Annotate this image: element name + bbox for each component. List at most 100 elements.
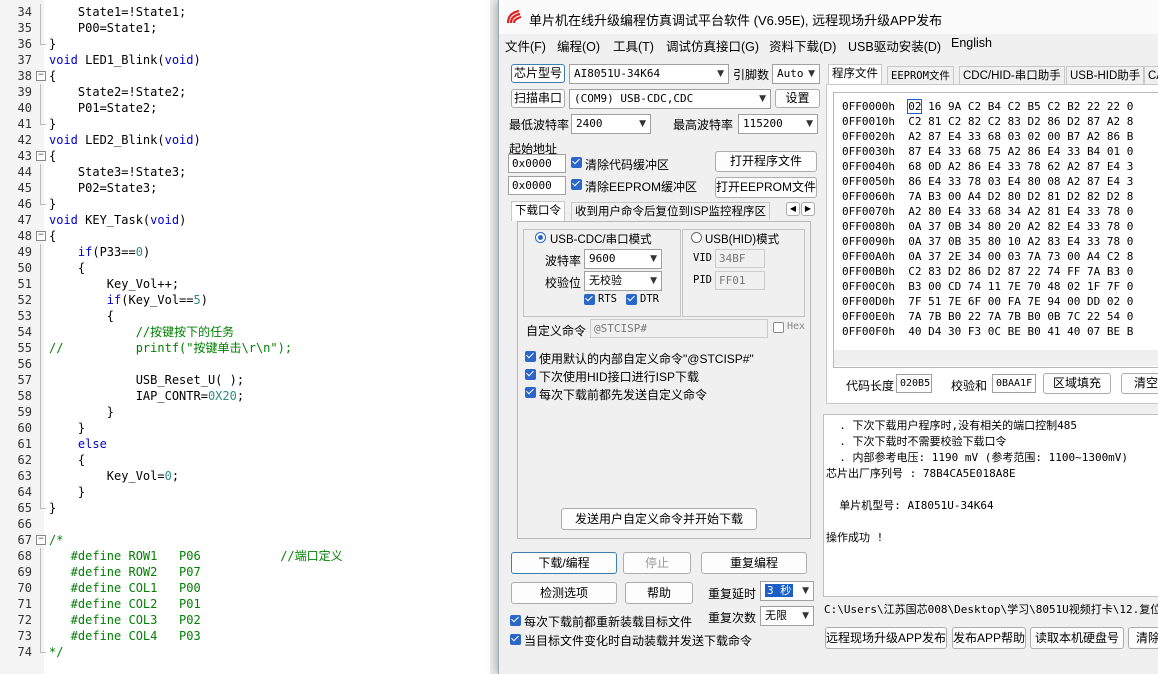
line-number: 44 (17, 165, 32, 179)
output-log[interactable]: . 下次下载用户程序时,没有相关的端口控制485 . 下次下载时不需要校验下载口… (823, 414, 1158, 597)
code-line: 40 P01=State2; (0, 100, 500, 116)
tab-isp-reset[interactable]: 收到用户命令后复位到ISP监控程序区 (571, 202, 771, 220)
auto-reload-checkbox[interactable] (510, 634, 521, 645)
fold-guide (40, 164, 41, 180)
repeat-program-button[interactable]: 重复编程 (701, 552, 807, 574)
stop-button[interactable]: 停止 (623, 552, 691, 574)
repeat-count-label: 重复次数 (708, 611, 757, 625)
code-line: 38−{ (0, 68, 500, 84)
default-command-checkbox[interactable] (525, 351, 536, 362)
code-text: State2=!State2; (49, 85, 187, 99)
line-number: 43 (17, 149, 32, 163)
hex-byte: 0A (908, 250, 922, 263)
tab-program-file[interactable]: 程序文件 (828, 64, 882, 84)
chip-model-button[interactable]: 芯片型号 (511, 64, 565, 83)
code-line: 46} (0, 196, 500, 212)
code-line: 34 State1=!State1; (0, 4, 500, 20)
code-editor[interactable]: 34 State1=!State1; 35 P00=State1; 36} 37 voi… (0, 0, 500, 674)
clear-code-buffer-checkbox[interactable] (571, 157, 582, 168)
send-command-first-checkbox[interactable] (525, 387, 536, 398)
hex-bytes: 16 9A C2 B4 C2 B5 C2 B2 22 22 0 (921, 100, 1134, 113)
code-line: 42 void LED2_Blink(void) (0, 132, 500, 148)
repeat-delay-label: 重复延时 (708, 587, 757, 601)
custom-command-input[interactable]: @STCISP# (590, 319, 768, 338)
fold-guide (40, 372, 41, 388)
tab-scroll-left-icon[interactable]: ◀ (786, 202, 800, 216)
download-program-button[interactable]: 下载/编程 (511, 552, 617, 574)
tab-download-password[interactable]: 下载口令 (511, 201, 565, 221)
line-number: 65 (17, 501, 32, 515)
cdc-mode-radio[interactable] (535, 232, 546, 243)
menu-program[interactable]: 编程(O) (557, 36, 600, 55)
code-text: State3=!State3; (49, 165, 187, 179)
scan-port-button[interactable]: 扫描串口 (511, 89, 565, 108)
tab-more[interactable]: CA (1144, 66, 1158, 84)
code-start-address-input[interactable]: 0x0000 (508, 154, 566, 173)
hid-mode-radio[interactable] (691, 232, 702, 243)
repeat-count-select[interactable]: 无限 ▼ (760, 606, 814, 626)
vid-input[interactable]: 34BF (715, 249, 765, 268)
code-line: 60 } (0, 420, 500, 436)
title-bar[interactable]: 单片机在线升级编程仿真调试平台软件 (V6.95E), 远程现场升级APP发布 (499, 0, 1158, 34)
tab-usb-hid-assistant[interactable]: USB-HID助手 (1066, 66, 1145, 84)
rts-checkbox[interactable] (584, 294, 595, 305)
hex-viewer[interactable]: 0FF0000h 02 16 9A C2 B4 C2 B5 C2 B2 22 2… (833, 92, 1158, 368)
pin-count-value: Auto (777, 67, 804, 80)
fold-guide (40, 292, 41, 308)
clear-eeprom-buffer-checkbox[interactable] (571, 179, 582, 190)
chevron-down-icon: ▼ (639, 119, 646, 129)
line-number: 64 (17, 485, 32, 499)
fold-toggle-icon[interactable]: − (36, 231, 46, 241)
hex-row: 0FF0020h A2 87 E4 33 68 03 02 00 B7 A2 8… (842, 129, 1133, 144)
pid-input[interactable]: FF01 (715, 271, 765, 290)
menu-file[interactable]: 文件(F) (505, 36, 546, 55)
menu-tools[interactable]: 工具(T) (613, 36, 654, 55)
fold-guide (40, 324, 41, 340)
baud-select[interactable]: 9600 ▼ (584, 249, 662, 269)
hex-address: 0FF00C0h (842, 280, 909, 293)
port-settings-button[interactable]: 设置 (775, 89, 820, 108)
send-custom-command-button[interactable]: 发送用户自定义命令并开始下载 (561, 508, 757, 530)
line-number: 66 (17, 517, 32, 531)
pin-count-select[interactable]: Auto ▼ (772, 64, 820, 84)
open-program-file-button[interactable]: 打开程序文件 (715, 151, 817, 172)
publish-app-help-button[interactable]: 发布APP帮助 (952, 627, 1026, 649)
chip-model-select[interactable]: AI8051U-34K64 ▼ (569, 64, 729, 84)
min-baud-select[interactable]: 2400 ▼ (571, 114, 651, 134)
send-command-first-label: 每次下载前都先发送自定义命令 (539, 388, 708, 402)
checksum-value: 0BAA1F (992, 374, 1036, 393)
menu-debug[interactable]: 调试仿真接口(G) (666, 36, 759, 55)
read-disk-id-button[interactable]: 读取本机硬盘号 (1030, 627, 1124, 649)
line-number: 58 (17, 389, 32, 403)
menu-usb-driver[interactable]: USB驱动安装(D) (848, 36, 941, 55)
hex-horizontal-scrollbar[interactable] (834, 350, 1158, 366)
parity-select[interactable]: 无校验 ▼ (584, 271, 662, 291)
max-baud-select[interactable]: 115200 ▼ (738, 114, 818, 134)
menu-downloads[interactable]: 资料下载(D) (769, 36, 836, 55)
fold-toggle-icon[interactable]: − (36, 71, 46, 81)
reload-before-download-checkbox[interactable] (510, 615, 521, 626)
menu-english[interactable]: English (951, 36, 992, 50)
hid-isp-checkbox[interactable] (525, 369, 536, 380)
dtr-checkbox[interactable] (626, 294, 637, 305)
hex-row: 0FF0080h 0A 37 0B 34 80 20 A2 82 E4 33 7… (842, 219, 1133, 234)
publish-app-button[interactable]: 远程现场升级APP发布 (825, 627, 947, 649)
eeprom-start-address-input[interactable]: 0x0000 (508, 176, 566, 195)
clear-log-button[interactable]: 清除 (1128, 627, 1158, 649)
hex-row: 0FF0090h 0A 37 0B 35 80 10 A2 83 E4 33 7… (842, 234, 1133, 249)
open-eeprom-file-button[interactable]: 打开EEPROM文件 (715, 177, 817, 198)
fill-area-button[interactable]: 区域填充 (1043, 373, 1111, 394)
port-select[interactable]: (COM9) USB-CDC,CDC ▼ (569, 89, 771, 109)
tab-serial-assistant[interactable]: CDC/HID-串口助手 (959, 66, 1065, 84)
tab-eeprom-file[interactable]: EEPROM文件 (887, 66, 954, 84)
clear-buffer-button[interactable]: 清空 (1121, 373, 1158, 394)
code-line: 67−/* (0, 532, 500, 548)
fold-toggle-icon[interactable]: − (36, 151, 46, 161)
fold-toggle-icon[interactable]: − (36, 535, 46, 545)
line-number: 61 (17, 437, 32, 451)
detect-options-button[interactable]: 检测选项 (511, 582, 617, 604)
tab-scroll-right-icon[interactable]: ▶ (801, 202, 815, 216)
hex-checkbox[interactable] (773, 322, 784, 333)
help-button[interactable]: 帮助 (625, 582, 693, 604)
repeat-delay-select[interactable]: 3 秒 ▼ (760, 581, 814, 601)
